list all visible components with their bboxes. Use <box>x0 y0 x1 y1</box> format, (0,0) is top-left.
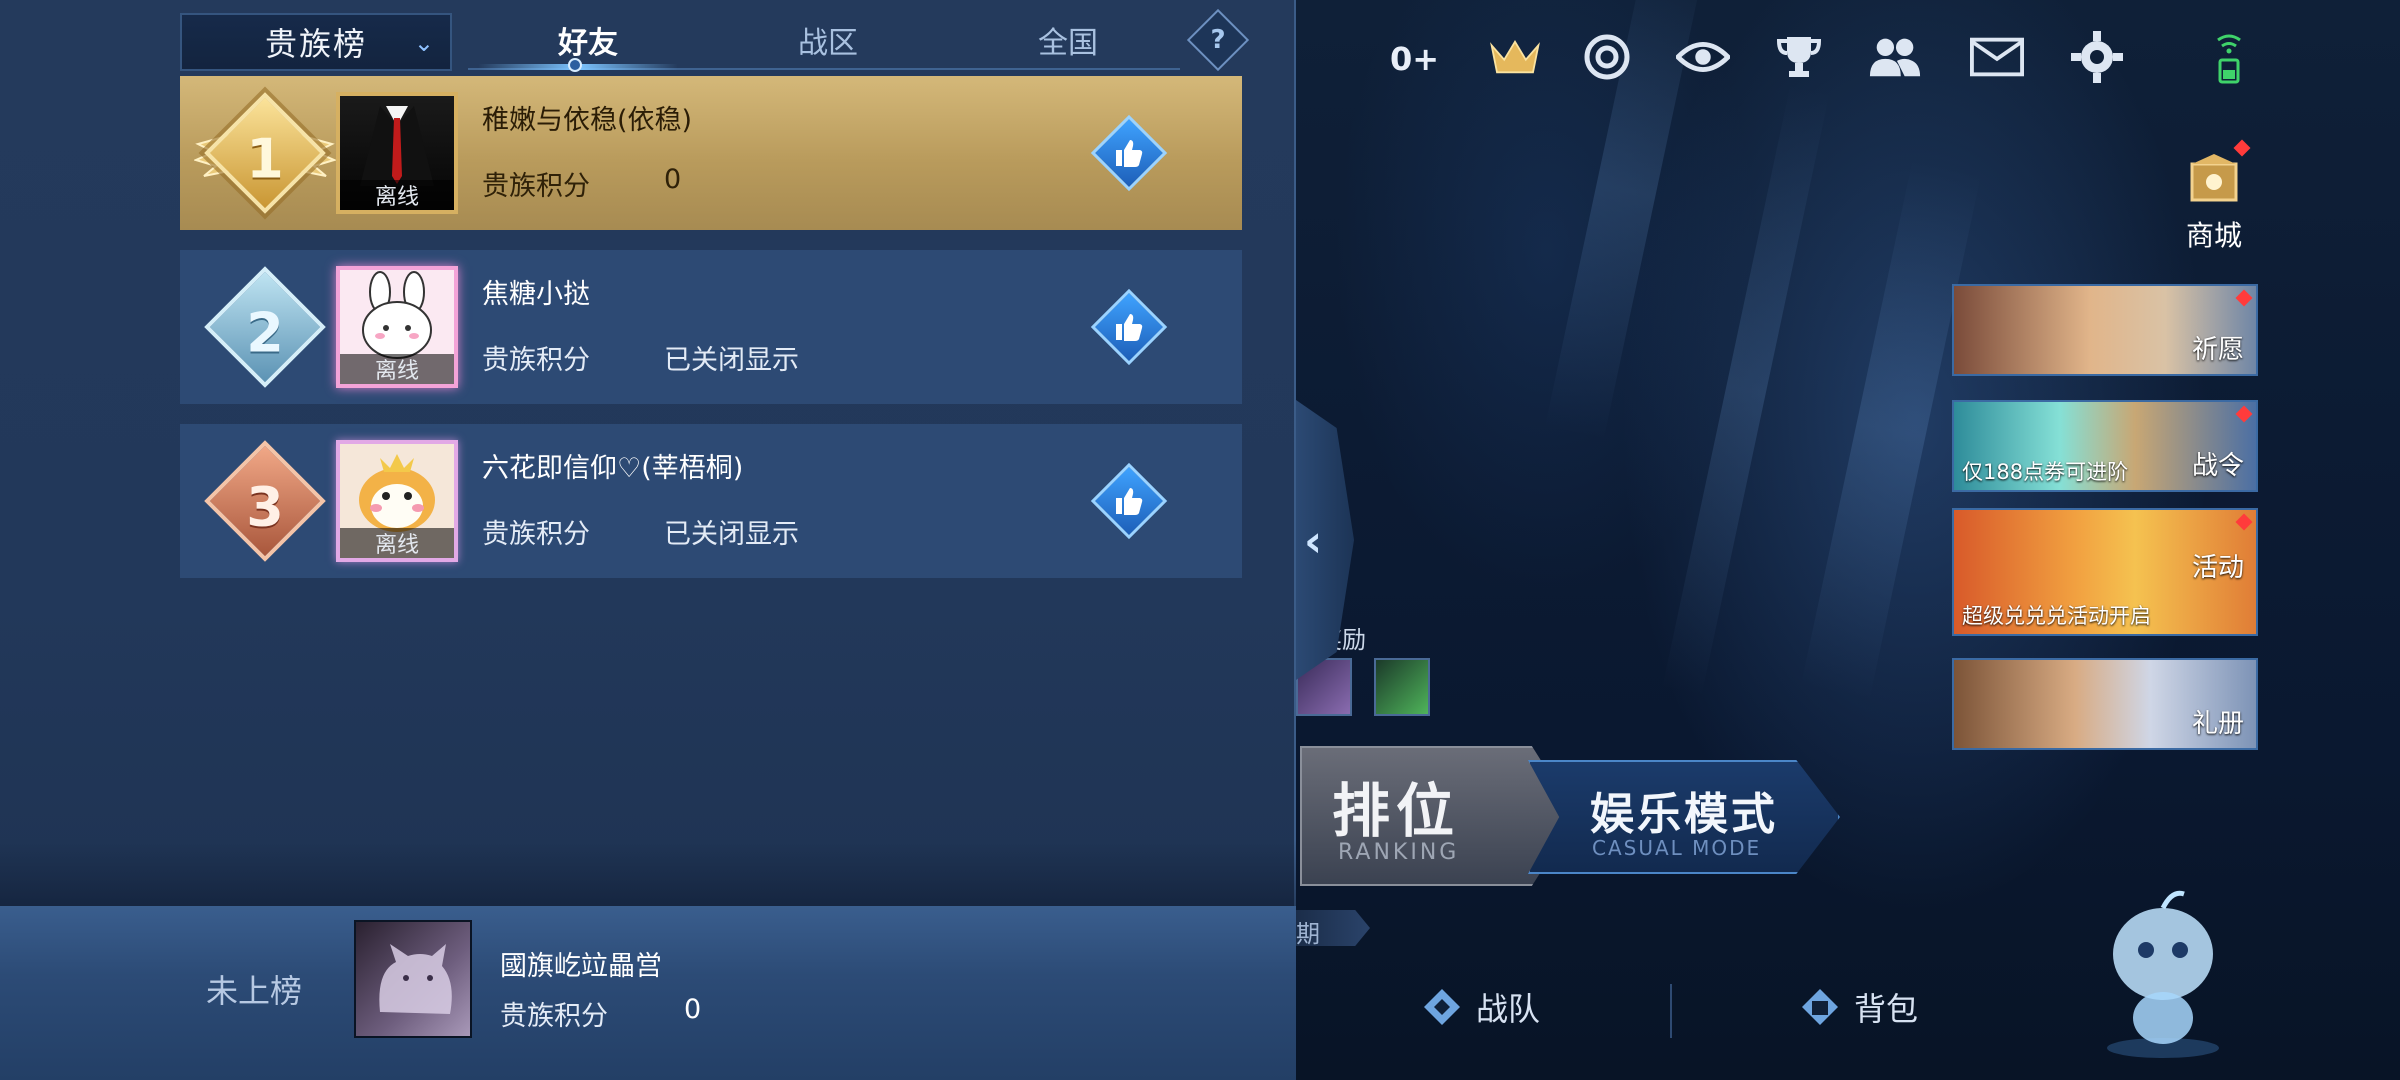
thumbs-up-icon <box>1116 314 1143 341</box>
team-icon <box>1424 989 1460 1025</box>
rank-number: 2 <box>246 301 284 365</box>
notification-dot <box>2235 513 2253 531</box>
team-label: 战队 <box>1476 990 1541 1028</box>
trophy-icon[interactable] <box>1772 30 1826 84</box>
tab-war-zone[interactable]: 战区 <box>708 10 948 70</box>
event-tag: 期 <box>1296 910 1370 946</box>
backpack-button[interactable]: 背包 <box>1798 984 1918 1030</box>
mail-icon[interactable] <box>1970 30 2024 84</box>
divider <box>1670 984 1672 1038</box>
player-name: 焦糖小挞 <box>482 279 590 310</box>
rank-number: 1 <box>246 127 284 191</box>
like-button[interactable] <box>1090 114 1168 192</box>
event-tag-text: 期 <box>1296 920 1320 948</box>
player-name: 稚嫩与依稳(依稳) <box>482 105 693 136</box>
scope-tabs: 好友 战区 全国 <box>468 10 1188 72</box>
ranking-title: 排位 <box>1332 777 1461 845</box>
offline-status: 离线 <box>340 180 454 210</box>
rank-badge-bronze: 3 <box>204 440 326 562</box>
event-label: 活动 <box>2191 553 2244 583</box>
own-score-value: 0 <box>684 994 702 1025</box>
leaderboard-row[interactable]: 3 离线 六花即信仰♡(莘梧桐) 贵族积分 已关闭显示 <box>180 424 1242 578</box>
score-value: 0 <box>664 164 682 195</box>
dropdown-label: 贵族榜 <box>264 25 367 63</box>
avatar[interactable]: 离线 <box>336 92 458 214</box>
battle-pass-caption: 仅188点券可进阶 <box>1962 460 2129 484</box>
event-card[interactable]: 超级兑兑兑活动开启 活动 <box>1952 508 2258 636</box>
mascot-assistant[interactable] <box>2098 880 2228 1060</box>
battle-pass-card[interactable]: 仅188点券可进阶 战令 <box>1952 400 2258 492</box>
own-ranking-bar: 未上榜 國旗屹竝畾営 贵族积分 0 <box>0 906 1296 1080</box>
notification-dot <box>2235 289 2253 307</box>
thumbs-up-icon <box>1116 488 1143 515</box>
eye-icon[interactable] <box>1676 30 1730 84</box>
team-button[interactable]: 战队 <box>1420 984 1540 1030</box>
notification-dot <box>2235 405 2253 423</box>
casual-subtitle: CASUAL MODE <box>1592 836 1762 860</box>
bunny-avatar-image <box>362 271 432 359</box>
own-rank-text: 未上榜 <box>206 972 303 1010</box>
score-label: 贵族积分 <box>482 345 590 376</box>
tab-war-zone-label: 战区 <box>798 26 858 61</box>
battle-pass-label: 战令 <box>2191 451 2244 481</box>
settings-icon[interactable] <box>2070 30 2124 84</box>
player-name: 六花即信仰♡(莘梧桐) <box>482 453 744 484</box>
casual-title: 娱乐模式 <box>1590 789 1778 840</box>
offline-status: 离线 <box>340 354 454 384</box>
like-button[interactable] <box>1090 462 1168 540</box>
leaderboard-row[interactable]: 2 离线 焦糖小挞 贵族积分 已关闭显示 <box>180 250 1242 404</box>
own-avatar[interactable] <box>354 920 472 1038</box>
tab-friends-label: 好友 <box>558 26 618 61</box>
like-button[interactable] <box>1090 288 1168 366</box>
rank-badge-silver: 2 <box>204 266 326 388</box>
score-label: 贵族积分 <box>482 171 590 202</box>
reward-item-token[interactable] <box>1374 658 1430 716</box>
own-player-name: 國旗屹竝畾営 <box>500 951 662 982</box>
thumbs-up-icon <box>1116 140 1143 167</box>
ranking-subtitle: RANKING <box>1338 840 1460 865</box>
cartoon-avatar-image <box>359 454 435 532</box>
rank-badge-gold: 1 <box>204 92 326 214</box>
help-icon: ? <box>1210 25 1226 55</box>
leaderboard-type-dropdown[interactable]: 贵族榜 ⌄ <box>180 13 452 71</box>
score-value: 已关闭显示 <box>664 345 799 376</box>
friends-icon[interactable] <box>1868 30 1922 84</box>
gift-book-card[interactable]: 礼册 <box>1952 658 2258 750</box>
shop-button[interactable]: 商城 <box>2178 139 2251 254</box>
backpack-icon <box>1802 989 1838 1025</box>
tab-friends[interactable]: 好友 <box>468 10 708 70</box>
leaderboard-row[interactable]: 1 离线 稚嫩与依稳(依稳) 贵族积分 0 <box>180 76 1242 230</box>
shop-label: 商城 <box>2185 219 2242 252</box>
avatar[interactable]: 离线 <box>336 440 458 562</box>
cat-avatar-image <box>379 944 452 1014</box>
score-label: 贵族积分 <box>482 519 590 550</box>
own-score-label: 贵族积分 <box>500 1001 608 1032</box>
casual-mode-button[interactable]: 娱乐模式 CASUAL MODE <box>1528 760 1840 874</box>
tab-active-dot <box>568 58 582 72</box>
chevron-down-icon: ⌄ <box>413 29 434 57</box>
crown-icon[interactable] <box>1488 30 1542 84</box>
score-value: 已关闭显示 <box>664 519 799 550</box>
rank-number: 3 <box>246 475 284 539</box>
wifi-battery-indicator <box>2214 32 2244 86</box>
wish-label: 祈愿 <box>2191 335 2244 365</box>
offline-status: 离线 <box>340 528 454 558</box>
backpack-label: 背包 <box>1854 990 1919 1028</box>
avatar[interactable]: 离线 <box>336 266 458 388</box>
chevron-left-icon: ‹ <box>1304 516 1323 567</box>
gift-book-label: 礼册 <box>2191 709 2244 739</box>
target-icon[interactable] <box>1580 30 1634 84</box>
panel-shadow <box>0 840 1296 910</box>
leaderboard-panel: 贵族榜 ⌄ 好友 战区 全国 ? 1 离线 稚嫩与依稳(依稳) 贵族积分 0 2… <box>0 0 1296 1080</box>
event-caption: 超级兑兑兑活动开启 <box>1962 604 2151 628</box>
shop-icon <box>2190 154 2238 202</box>
suit-avatar-image <box>360 106 434 186</box>
wish-card[interactable]: 祈愿 <box>1952 284 2258 376</box>
help-button[interactable]: ? <box>1186 8 1250 72</box>
tab-national[interactable]: 全国 <box>948 10 1188 70</box>
top-icon-bar <box>1380 30 2280 90</box>
tab-national-label: 全国 <box>1038 26 1098 61</box>
